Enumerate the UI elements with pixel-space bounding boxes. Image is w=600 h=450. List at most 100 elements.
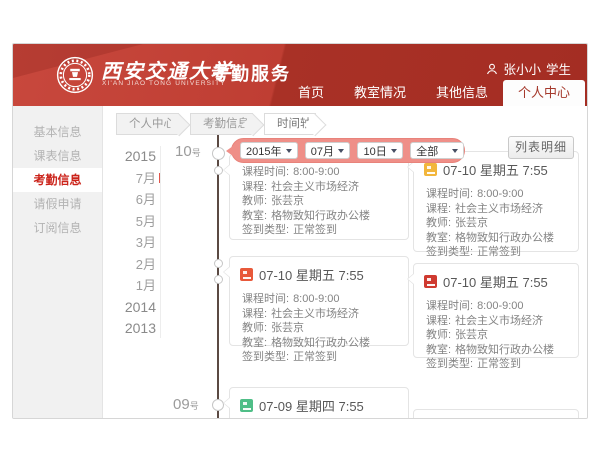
card-title-row: 07-10 星期五 7:55 [414, 264, 578, 294]
user-role: 学生 [546, 59, 571, 78]
field-value: 8:00-9:00 [477, 299, 523, 314]
main-nav: 首页 教室情况 其他信息 个人中心 [283, 80, 585, 106]
field-value: 8:00-9:00 [477, 187, 523, 202]
attendance-card: 07-09 星期四 7:55 [229, 387, 409, 419]
field-value: 8:00-9:00 [293, 165, 339, 180]
breadcrumb: 个人中心 考勤信息 时间轴 [116, 113, 316, 135]
nav-item-home[interactable]: 首页 [283, 80, 339, 106]
status-icon-yellow [424, 163, 437, 176]
field-value: 8:00-9:00 [293, 292, 339, 307]
timeline-nav-month-7[interactable]: 7月 [103, 168, 156, 190]
field-label: 课程时间: [242, 292, 289, 307]
breadcrumb-item-attendance-info[interactable]: 考勤信息 [190, 113, 253, 135]
field-value: 格物致知行政办公楼 [455, 343, 554, 358]
field-label: 签到类型: [426, 245, 473, 260]
field-label: 课程: [426, 314, 451, 329]
status-icon-red [424, 275, 437, 288]
day-marker-10: 10号 [175, 143, 201, 161]
field-label: 签到类型: [426, 357, 473, 372]
sidebar-item-leave-request[interactable]: 请假申请 [13, 192, 102, 216]
user-menu[interactable]: 张小小 学生 [486, 59, 571, 78]
content-area: 个人中心 考勤信息 时间轴 2015 7月 6月 5月 3月 2月 1月 201… [103, 106, 587, 418]
field-value: 社会主义市场经济 [455, 314, 543, 329]
nav-item-other-info[interactable]: 其他信息 [421, 80, 503, 106]
timeline-nav-year-2014[interactable]: 2014 [103, 297, 156, 319]
sidebar-item-timetable-info[interactable]: 课表信息 [13, 144, 102, 168]
card-title-row: 07-10 星期五 7:55 [230, 257, 408, 287]
type-select[interactable]: 全部 [410, 142, 464, 159]
user-name: 张小小 [503, 59, 541, 78]
timeline-dot-large [212, 147, 225, 160]
timeline-dot [214, 275, 223, 284]
field-value: 正常签到 [477, 245, 521, 260]
field-label: 教室: [426, 343, 451, 358]
field-value: 正常签到 [477, 357, 521, 372]
year-select[interactable]: 2015年 [240, 142, 298, 159]
timeline-dot [214, 259, 223, 268]
list-detail-button[interactable]: 列表明细 [508, 136, 574, 159]
nav-item-classrooms[interactable]: 教室情况 [339, 80, 421, 106]
day-select[interactable]: 10日 [357, 142, 403, 159]
field-label: 教师: [242, 194, 267, 209]
card-title: 07-10 星期五 7:55 [443, 272, 548, 291]
field-value: 社会主义市场经济 [271, 307, 359, 322]
field-value: 正常签到 [293, 223, 337, 238]
chevron-down-icon [338, 149, 344, 153]
field-value: 张芸京 [455, 216, 488, 231]
field-label: 课程时间: [426, 187, 473, 202]
field-value: 格物致知行政办公楼 [271, 336, 370, 351]
timeline-nav-year-2013[interactable]: 2013 [103, 318, 156, 340]
sidebar-item-subscription-info[interactable]: 订阅信息 [13, 216, 102, 240]
sidebar: 基本信息 课表信息 考勤信息 请假申请 订阅信息 [13, 106, 103, 418]
breadcrumb-item-personal-center[interactable]: 个人中心 [116, 113, 179, 135]
app-header: 西安交通大学 XI'AN JIAO TONG UNIVERSITY 考勤服务 张… [13, 44, 587, 106]
nav-item-personal-center[interactable]: 个人中心 [503, 80, 585, 106]
field-value: 正常签到 [293, 350, 337, 365]
user-icon [486, 63, 498, 75]
field-value: 张芸京 [271, 194, 304, 209]
card-title-row: 07-09 星期四 7:55 [230, 388, 408, 418]
field-label: 课程时间: [426, 299, 473, 314]
field-value: 社会主义市场经济 [455, 202, 543, 217]
field-label: 教师: [426, 216, 451, 231]
chevron-down-icon [391, 149, 397, 153]
attendance-card-partial [413, 409, 579, 419]
university-name-en: XI'AN JIAO TONG UNIVERSITY [102, 80, 226, 87]
attendance-card: 07-10 星期五 7:55 课程时间: 8:00-9:00 课程: 社会主义市场经… [413, 263, 579, 358]
field-label: 教室: [242, 209, 267, 224]
field-label: 课程: [242, 180, 267, 195]
service-title: 考勤服务 [211, 60, 291, 86]
status-icon-green [240, 399, 253, 412]
field-label: 课程: [242, 307, 267, 322]
sidebar-item-basic-info[interactable]: 基本信息 [13, 120, 102, 144]
field-label: 签到类型: [242, 223, 289, 238]
timeline-nav-year-2015[interactable]: 2015 [103, 146, 156, 168]
field-value: 格物致知行政办公楼 [271, 209, 370, 224]
status-icon-orange [240, 268, 253, 281]
field-value: 社会主义市场经济 [271, 180, 359, 195]
day-marker-09: 09号 [173, 396, 199, 414]
date-filter-bar: 2015年 07月 10日 全部 [231, 138, 465, 163]
timeline-nav-month-3[interactable]: 3月 [103, 232, 156, 254]
field-label: 教师: [242, 321, 267, 336]
field-label: 教室: [426, 231, 451, 246]
timeline-nav-month-1[interactable]: 1月 [103, 275, 156, 297]
timeline-dot [214, 166, 223, 175]
timeline-nav-month-6[interactable]: 6月 [103, 189, 156, 211]
field-label: 课程: [426, 202, 451, 217]
field-value: 格物致知行政办公楼 [455, 231, 554, 246]
breadcrumb-item-timeline[interactable]: 时间轴 [264, 113, 316, 135]
timeline-nav-month-2[interactable]: 2月 [103, 254, 156, 276]
attendance-card: 07-10 星期五 7:55 课程时间: 8:00-9:00 课程: 社会主义市场经… [229, 256, 409, 346]
attendance-card: 课程时间: 8:00-9:00 课程: 社会主义市场经济 教师: 张芸京 教室: 格物致… [229, 154, 409, 240]
month-select[interactable]: 07月 [305, 142, 351, 159]
timeline-date-nav: 2015 7月 6月 5月 3月 2月 1月 2014 2013 [103, 146, 156, 340]
timeline-nav-month-5[interactable]: 5月 [103, 211, 156, 233]
field-label: 教室: [242, 336, 267, 351]
attendance-card: 07-10 星期五 7:55 课程时间:8:00-9:00 课程:社会主义市场经… [413, 151, 579, 252]
field-label: 课程时间: [242, 165, 289, 180]
sidebar-item-attendance-info[interactable]: 考勤信息 [13, 168, 102, 192]
card-title: 07-10 星期五 7:55 [259, 265, 364, 284]
field-label: 教师: [426, 328, 451, 343]
card-title: 07-09 星期四 7:55 [259, 396, 364, 415]
